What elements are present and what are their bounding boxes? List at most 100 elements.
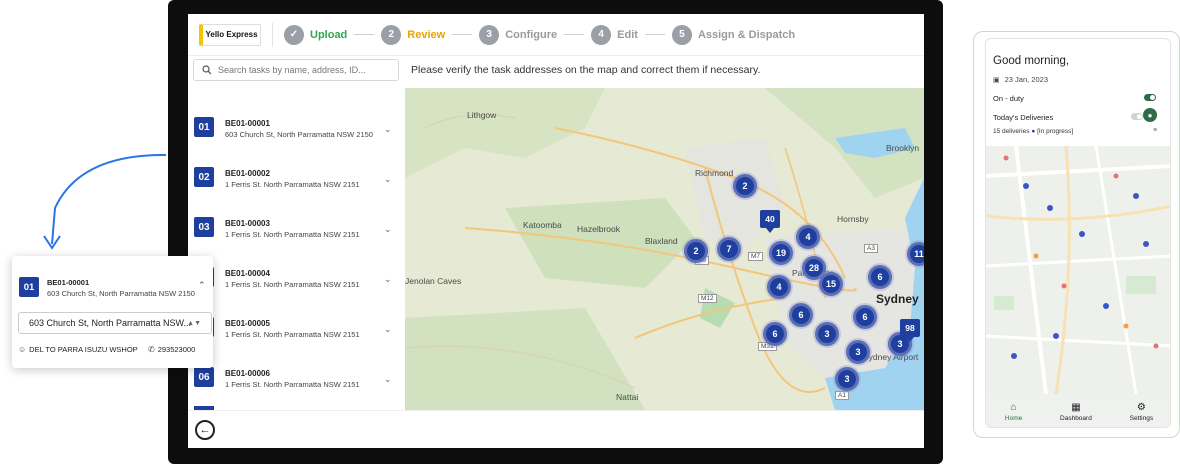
location-pin-icon[interactable]: ● (1143, 108, 1157, 122)
task-address: 1 Ferris St. North Parramatta NSW 2151 (225, 280, 360, 289)
deliveries-status: 15 deliveries ● [In progress] (993, 128, 1073, 135)
task-address: 603 Church St, North Parramatta NSW 2150 (47, 289, 195, 298)
brand-logo: Yello Express (199, 23, 261, 46)
task-search[interactable] (193, 59, 399, 81)
calendar-icon: ▣ (993, 76, 1000, 84)
step-number: 4 (591, 24, 612, 45)
map-cluster[interactable]: 11 (907, 242, 924, 266)
map-label-hornsby: Hornsby (837, 214, 869, 224)
status-dot-icon: ● (1031, 128, 1036, 135)
date-row: ▣ 23 Jan, 2023 (993, 75, 1048, 84)
chevron-down-icon[interactable]: ⌄ (384, 324, 392, 335)
chevron-up-icon[interactable]: ⌃ (198, 280, 206, 291)
search-input[interactable] (218, 65, 388, 75)
map-cluster[interactable]: 7 (717, 237, 741, 261)
step-assign-dispatch[interactable]: 5 Assign & Dispatch (671, 24, 796, 45)
step-number: 3 (479, 24, 500, 45)
phone-screen: Good morning, ▣ 23 Jan, 2023 On - duty T… (985, 38, 1171, 428)
map-cluster[interactable]: 3 (846, 340, 870, 364)
step-upload[interactable]: ✓ Upload (284, 24, 348, 45)
duty-toggle[interactable] (1144, 94, 1156, 101)
step-connector (564, 34, 585, 35)
chevron-down-icon[interactable]: ⌄ (384, 174, 392, 185)
step-configure[interactable]: 3 Configure (479, 24, 557, 45)
road-tag: A3 (864, 244, 878, 253)
map-cluster[interactable]: 15 (819, 272, 843, 296)
task-detail-card[interactable]: 01 BE01-00001 603 Church St, North Parra… (12, 256, 213, 368)
step-label: Review (407, 28, 446, 41)
map-background (405, 88, 924, 410)
step-edit[interactable]: 4 Edit (591, 24, 638, 45)
back-arrow-icon[interactable]: ← (195, 420, 215, 440)
nav-home[interactable]: ⌂ Home (1005, 402, 1022, 422)
chevron-down-icon[interactable]: ⌄ (384, 224, 392, 235)
map-cluster[interactable]: 19 (769, 241, 793, 265)
connector-arrow (43, 153, 167, 250)
map-cluster[interactable]: 3 (835, 367, 859, 391)
task-id: BE01-00001 (47, 278, 90, 287)
task-item[interactable]: 01 BE01-00001 603 Church St, North Parra… (188, 104, 405, 154)
task-list: 01 BE01-00001 603 Church St, North Parra… (188, 90, 405, 410)
map-cluster[interactable]: 4 (767, 275, 791, 299)
header: Yello Express ✓ Upload 2 Review 3 Config… (188, 14, 924, 56)
chevron-down-icon[interactable]: ⌄ (384, 124, 392, 135)
stepper: ✓ Upload 2 Review 3 Configure 4 Edit 5 A… (284, 24, 796, 45)
map-cluster[interactable]: 3 (815, 322, 839, 346)
map-view[interactable]: Lithgow Richmond Katoomba Hazelbrook Bla… (405, 88, 924, 410)
map-label-hazelbrook: Hazelbrook (577, 224, 620, 234)
map-cluster[interactable]: 6 (789, 303, 813, 327)
address-select[interactable]: 603 Church St, North Parramatta NSW... ▲… (18, 312, 212, 334)
phone-map[interactable] (986, 146, 1170, 394)
home-icon: ⌂ (1010, 401, 1017, 413)
duty-label: On - duty (993, 94, 1024, 103)
task-item[interactable]: 06 BE01-00006 1 Ferris St. North Parrama… (188, 354, 405, 404)
task-id: BE01-00006 (225, 369, 270, 378)
map-cluster[interactable]: 6 (853, 305, 877, 329)
map-label-jenolan-caves: Jenolan Caves (405, 276, 462, 286)
map-cluster[interactable]: 2 (733, 174, 757, 198)
nav-dashboard[interactable]: ▦ Dashboard (1060, 402, 1092, 422)
step-label: Assign & Dispatch (697, 28, 796, 41)
step-connector (354, 34, 375, 35)
task-item[interactable]: 05 BE01-00005 1 Ferris St. North Parrama… (188, 304, 405, 354)
task-id: BE01-00002 (225, 169, 270, 178)
map-cluster[interactable]: 2 (684, 239, 708, 263)
step-number: 5 (671, 24, 692, 45)
updown-caret-icon: ▲▼ (187, 319, 201, 327)
step-connector (452, 34, 473, 35)
deliveries-label: Today's Deliveries (993, 113, 1054, 122)
task-index-badge: 01 (19, 277, 39, 297)
map-label-brooklyn: Brooklyn (886, 143, 920, 153)
map-label-nattai: Nattai (616, 392, 639, 402)
chevron-down-icon[interactable]: ⌄ (384, 374, 392, 385)
task-item[interactable]: 02 BE01-00002 1 Ferris St. North Parrama… (188, 154, 405, 204)
phone-bottom-nav: ⌂ Home ▦ Dashboard ⚙ Settings (986, 394, 1170, 427)
nav-label: Home (1004, 414, 1023, 422)
chevron-down-icon[interactable]: ⌄ (384, 274, 392, 285)
road-tag: M12 (698, 294, 717, 303)
deliveries-count: 15 deliveries (993, 128, 1030, 135)
map-label-sydney: Sydney (876, 292, 919, 306)
step-label: Upload (310, 28, 348, 41)
contact-name: DEL TO PARRA ISUZU WSHOP (29, 345, 138, 354)
task-item[interactable]: 03 BE01-00003 1 Ferris St. North Parrama… (188, 204, 405, 254)
header-divider (272, 22, 273, 47)
footer-bar: ← (188, 410, 924, 448)
step-review[interactable]: 2 Review (381, 24, 446, 45)
map-cluster[interactable]: 6 (868, 265, 892, 289)
map-cluster[interactable]: 4 (796, 225, 820, 249)
map-cluster[interactable]: 6 (763, 322, 787, 346)
task-index-badge: 06 (194, 367, 214, 387)
map-pin[interactable]: 98 (900, 319, 920, 342)
deliveries-toggle[interactable] (1131, 113, 1143, 120)
nav-label: Settings (1129, 414, 1154, 422)
task-item[interactable]: 04 BE01-00004 1 Ferris St. North Parrama… (188, 254, 405, 304)
task-id: BE01-00004 (225, 269, 270, 278)
filter-icon[interactable]: ≡ (1153, 127, 1157, 134)
map-pin[interactable]: 40 (760, 210, 780, 233)
task-address: 1 Ferris St. North Parramatta NSW 2151 (225, 330, 360, 339)
contact-phone: 293523000 (157, 345, 196, 354)
dashboard-icon: ▦ (1071, 401, 1081, 413)
nav-settings[interactable]: ⚙ Settings (1130, 402, 1154, 422)
nav-label: Dashboard (1060, 414, 1092, 422)
